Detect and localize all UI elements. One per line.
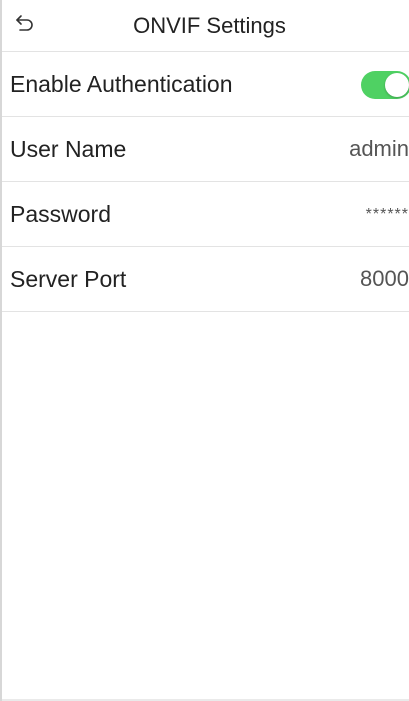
settings-row-server-port[interactable]: Server Port 8000 [2,247,409,312]
enable-authentication-label: Enable Authentication [10,70,233,97]
toggle-knob [385,73,409,97]
onvif-settings-screen: ONVIF Settings Enable Authentication Use… [0,0,409,701]
empty-content-area [2,312,409,696]
server-port-value: 8000 [360,266,409,291]
user-name-value: admin [349,136,409,161]
back-button[interactable] [8,8,42,42]
enable-authentication-toggle[interactable] [361,71,409,99]
settings-row-enable-authentication[interactable]: Enable Authentication [2,52,409,117]
user-name-label: User Name [10,135,127,162]
settings-row-user-name[interactable]: User Name admin [2,117,409,182]
server-port-label: Server Port [10,265,127,292]
settings-row-password[interactable]: Password ****** [2,182,409,247]
top-bar: ONVIF Settings [2,0,409,52]
password-label: Password [10,200,111,227]
page-title: ONVIF Settings [133,13,286,38]
password-value: ****** [365,206,409,223]
back-arrow-icon [15,13,35,38]
